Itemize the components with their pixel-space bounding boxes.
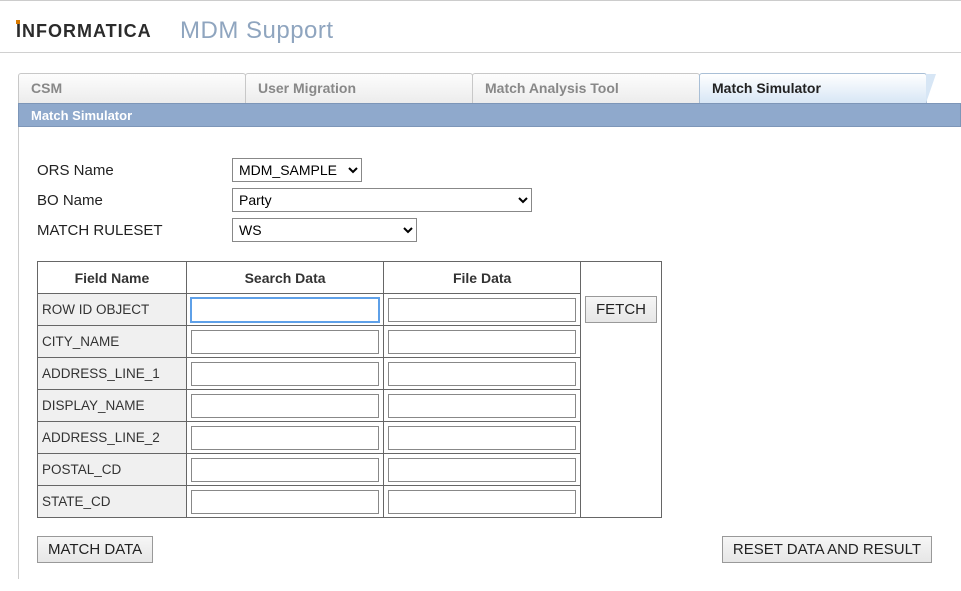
fields-table: Field Name Search Data File Data ROW ID … [37,261,662,518]
match-ruleset-select[interactable]: WS [232,218,417,242]
file-data-input[interactable] [388,490,576,514]
ors-name-label: ORS Name [37,162,232,179]
file-data-input[interactable] [388,458,576,482]
search-data-input[interactable] [191,490,379,514]
col-search-data: Search Data [186,262,383,294]
field-name-cell: ADDRESS_LINE_2 [38,422,187,454]
tab-csm[interactable]: CSM [18,73,246,103]
search-data-input[interactable] [191,458,379,482]
col-file-data: File Data [384,262,581,294]
bo-name-select[interactable]: Party [232,188,532,212]
tab-bar: CSM User Migration Match Analysis Tool M… [18,73,961,103]
table-row: ADDRESS_LINE_2 [38,422,662,454]
field-name-cell: CITY_NAME [38,326,187,358]
search-data-input[interactable] [191,394,379,418]
search-data-input[interactable] [191,426,379,450]
table-row: CITY_NAME [38,326,662,358]
file-data-input[interactable] [388,394,576,418]
table-row: ROW ID OBJECT FETCH [38,294,662,326]
match-ruleset-label: MATCH RULESET [37,222,232,239]
file-data-input[interactable] [388,362,576,386]
search-data-input[interactable] [191,298,379,322]
fetch-button[interactable]: FETCH [585,296,657,323]
table-row: POSTAL_CD [38,454,662,486]
informatica-logo: INFORMATICA [16,20,166,42]
file-data-input[interactable] [388,330,576,354]
tab-user-migration[interactable]: User Migration [245,73,473,103]
table-row: DISPLAY_NAME [38,390,662,422]
field-name-cell: STATE_CD [38,486,187,518]
reset-data-button[interactable]: RESET DATA AND RESULT [722,536,932,563]
bo-name-label: BO Name [37,192,232,209]
field-name-cell: POSTAL_CD [38,454,187,486]
match-data-button[interactable]: MATCH DATA [37,536,153,563]
field-name-cell: ADDRESS_LINE_1 [38,358,187,390]
table-row: ADDRESS_LINE_1 [38,358,662,390]
search-data-input[interactable] [191,362,379,386]
search-data-input[interactable] [191,330,379,354]
file-data-input[interactable] [388,426,576,450]
tab-match-analysis[interactable]: Match Analysis Tool [472,73,700,103]
svg-text:INFORMATICA: INFORMATICA [16,21,152,41]
panel-title: Match Simulator [18,103,961,127]
field-name-cell: DISPLAY_NAME [38,390,187,422]
table-row: STATE_CD [38,486,662,518]
field-name-cell: ROW ID OBJECT [38,294,187,326]
tab-match-simulator[interactable]: Match Simulator [699,73,927,103]
col-field-name: Field Name [38,262,187,294]
file-data-input[interactable] [388,298,576,322]
ors-name-select[interactable]: MDM_SAMPLE [232,158,362,182]
app-title: MDM Support [180,17,334,45]
